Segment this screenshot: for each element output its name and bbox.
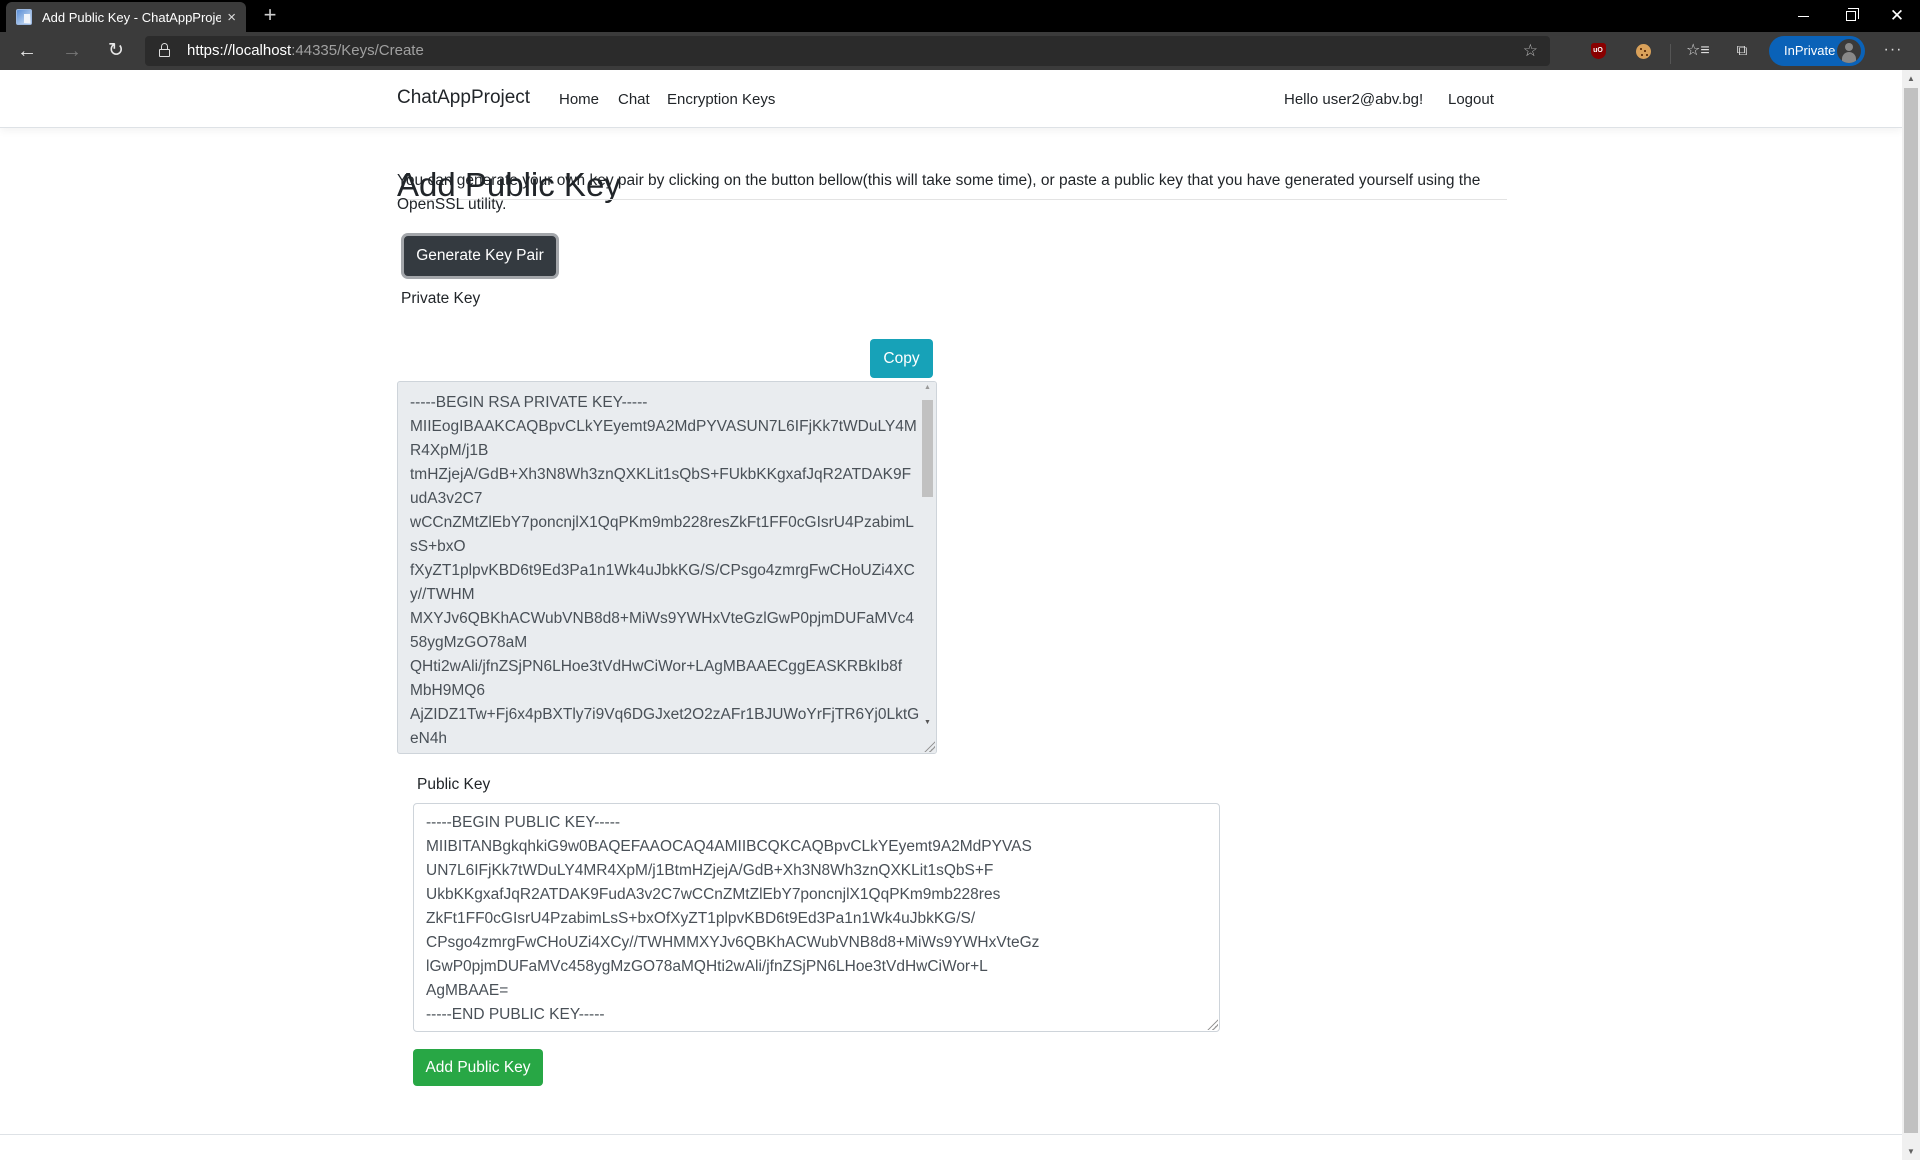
ublock-extension-icon[interactable]: uO	[1587, 41, 1609, 63]
page-viewport: ChatAppProject Home Chat Encryption Keys…	[0, 70, 1902, 1160]
page-favicon-icon	[16, 9, 32, 25]
scroll-down-arrow-icon[interactable]: ▼	[919, 719, 936, 726]
window-restore-button[interactable]	[1828, 0, 1874, 32]
url-host: https://localhost	[187, 42, 292, 59]
browser-tab-strip: Add Public Key - ChatAppProject × + ✕	[0, 0, 1920, 32]
restore-icon	[1846, 8, 1859, 21]
add-favorite-star-icon[interactable]: ☆	[1523, 41, 1538, 61]
cookie-extension-icon[interactable]	[1632, 41, 1654, 63]
url-text[interactable]: https://localhost:44335/Keys/Create	[187, 42, 424, 59]
new-tab-button[interactable]: +	[256, 4, 284, 28]
generate-key-pair-button[interactable]: Generate Key Pair	[404, 236, 556, 276]
url-path: :44335/Keys/Create	[291, 42, 424, 59]
reload-icon[interactable]: ↻	[102, 37, 130, 65]
private-key-scroll-thumb[interactable]	[922, 400, 933, 497]
page-scroll-up-icon[interactable]: ▲	[1902, 70, 1920, 87]
nav-link-home[interactable]: Home	[559, 91, 599, 108]
public-key-textarea[interactable]: -----BEGIN PUBLIC KEY----- MIIBITANBgkqh…	[413, 803, 1220, 1032]
lock-icon[interactable]	[159, 43, 170, 57]
navbar-brand[interactable]: ChatAppProject	[397, 87, 530, 109]
browser-toolbar: ← → ↻ https://localhost:44335/Keys/Creat…	[0, 32, 1920, 70]
textarea-resize-handle-icon[interactable]	[923, 740, 935, 752]
toolbar-divider	[1670, 44, 1671, 64]
intro-text: You can generate your own key pair by cl…	[397, 172, 1481, 213]
address-bar[interactable]: https://localhost:44335/Keys/Create ☆	[145, 36, 1550, 66]
browser-tab-active[interactable]: Add Public Key - ChatAppProject ×	[6, 2, 246, 32]
textarea-resize-handle-icon[interactable]	[1206, 1018, 1218, 1030]
public-key-value: -----BEGIN PUBLIC KEY----- MIIBITANBgkqh…	[426, 814, 1040, 1023]
back-arrow-icon[interactable]: ←	[13, 37, 41, 65]
favorites-icon[interactable]: ☆≡	[1686, 41, 1710, 63]
window-minimize-button[interactable]	[1780, 0, 1826, 32]
site-navbar: ChatAppProject Home Chat Encryption Keys…	[0, 70, 1902, 128]
profile-avatar-icon	[1837, 39, 1861, 63]
window-close-button[interactable]: ✕	[1874, 0, 1920, 32]
private-key-value: -----BEGIN RSA PRIVATE KEY----- MIIEogIB…	[410, 394, 920, 747]
private-key-scrollbar[interactable]: ▲ ▼	[919, 382, 936, 753]
page-footer	[0, 1134, 1902, 1160]
page-scroll-down-icon[interactable]: ▼	[1902, 1143, 1920, 1160]
private-key-label: Private Key	[401, 290, 481, 307]
user-greeting[interactable]: Hello user2@abv.bg!	[1284, 91, 1423, 108]
add-public-key-button[interactable]: Add Public Key	[413, 1049, 543, 1086]
nav-link-chat[interactable]: Chat	[618, 91, 650, 108]
tab-close-icon[interactable]: ×	[227, 9, 236, 26]
private-key-textarea[interactable]: -----BEGIN RSA PRIVATE KEY----- MIIEogIB…	[397, 381, 937, 754]
page-scrollbar[interactable]: ▲ ▼	[1902, 70, 1920, 1160]
page-scroll-thumb[interactable]	[1904, 88, 1918, 1133]
inprivate-profile-button[interactable]: InPrivate	[1769, 36, 1865, 66]
collections-icon[interactable]: ⧉	[1731, 41, 1753, 63]
tab-title: Add Public Key - ChatAppProject	[42, 9, 222, 25]
nav-link-encryption-keys[interactable]: Encryption Keys	[667, 91, 775, 108]
minimize-icon	[1797, 15, 1809, 17]
copy-private-key-button[interactable]: Copy	[870, 339, 933, 378]
inprivate-label: InPrivate	[1784, 43, 1836, 58]
logout-link[interactable]: Logout	[1448, 91, 1494, 108]
public-key-label: Public Key	[417, 776, 491, 793]
more-options-icon[interactable]: ···	[1882, 41, 1904, 63]
forward-arrow-icon[interactable]: →	[58, 37, 86, 65]
scroll-up-arrow-icon[interactable]: ▲	[919, 384, 936, 391]
